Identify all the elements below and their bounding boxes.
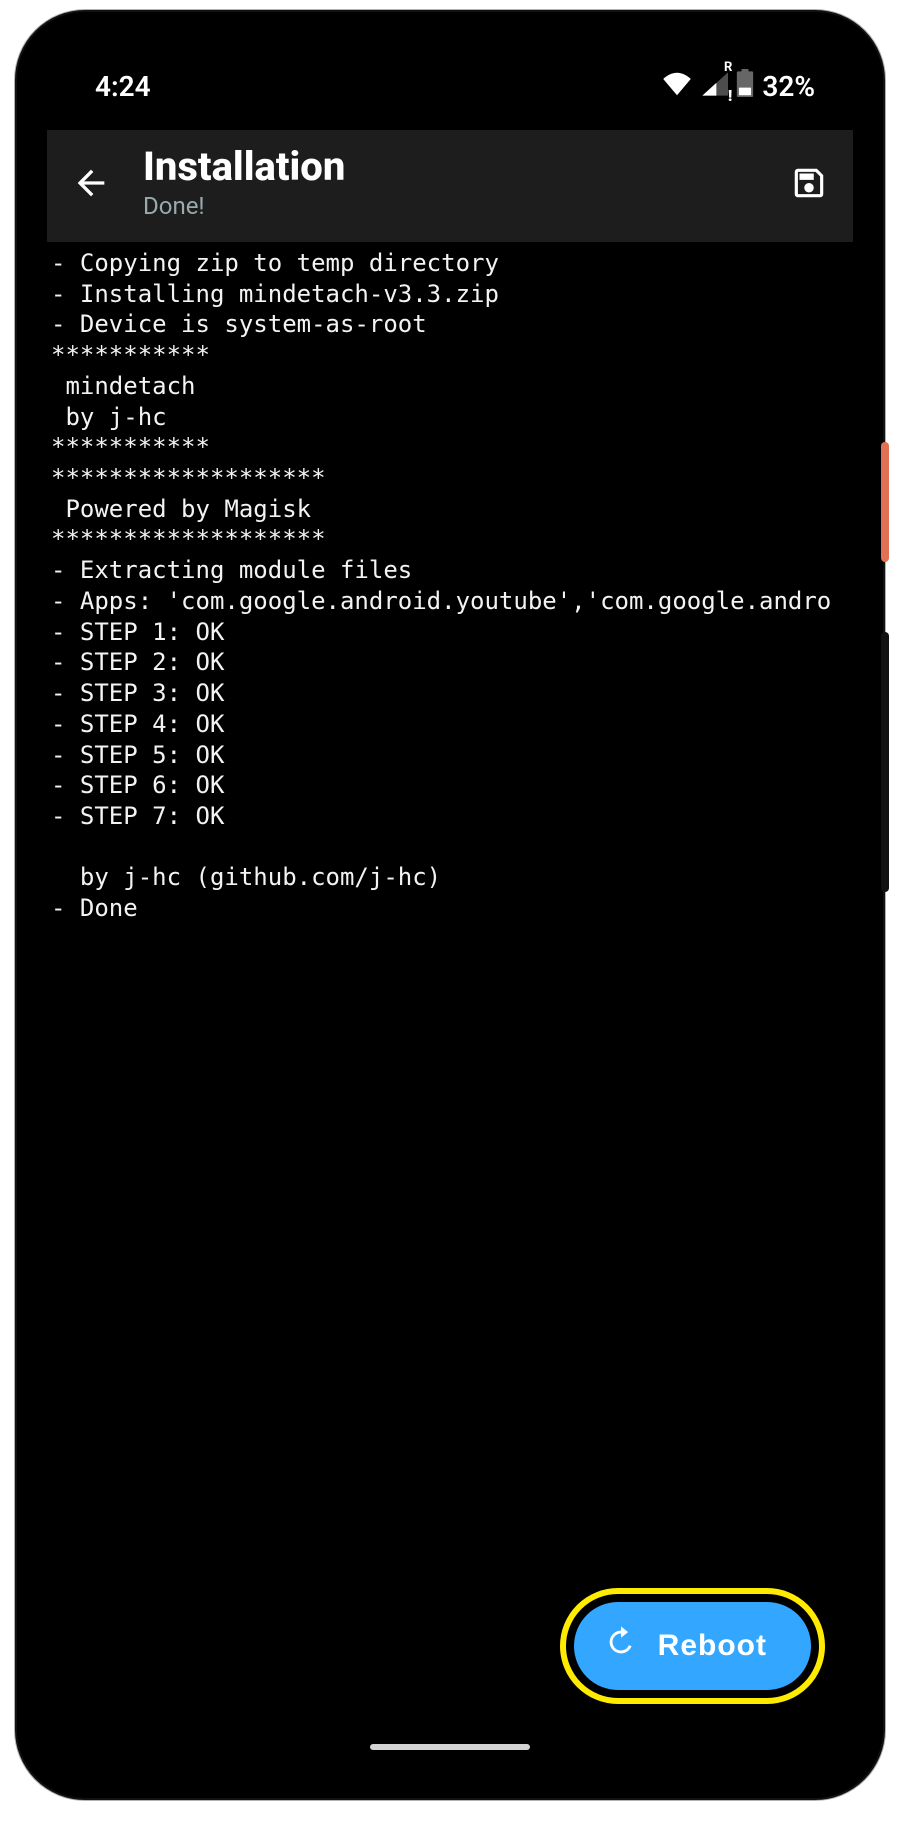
restart-icon <box>604 1625 638 1667</box>
status-bar: 4:24 R ! 32% <box>47 42 853 130</box>
wifi-icon <box>662 70 692 103</box>
gesture-bar <box>370 1744 530 1750</box>
save-icon <box>790 164 828 202</box>
app-bar: Installation Done! <box>47 130 853 242</box>
screen: 4:24 R ! 32% Inst <box>47 42 853 1768</box>
arrow-left-icon <box>71 163 111 203</box>
volume-button <box>881 632 889 892</box>
signal-icon: R ! <box>700 70 728 103</box>
status-time: 4:24 <box>95 70 151 103</box>
roaming-badge: R <box>724 60 732 75</box>
page-title: Installation <box>143 146 757 188</box>
reboot-button[interactable]: Reboot <box>574 1602 811 1690</box>
power-button <box>881 442 889 562</box>
back-button[interactable] <box>67 159 115 207</box>
reboot-label: Reboot <box>658 1629 767 1663</box>
save-log-button[interactable] <box>785 159 833 207</box>
page-subtitle: Done! <box>143 192 757 220</box>
battery-text: 32% <box>762 70 815 103</box>
install-log: - Copying zip to temp directory - Instal… <box>47 242 853 1768</box>
battery-icon <box>736 69 754 104</box>
reboot-highlight: Reboot <box>560 1588 825 1704</box>
phone-frame: 4:24 R ! 32% Inst <box>15 10 885 1800</box>
signal-alert-icon: ! <box>728 86 732 105</box>
